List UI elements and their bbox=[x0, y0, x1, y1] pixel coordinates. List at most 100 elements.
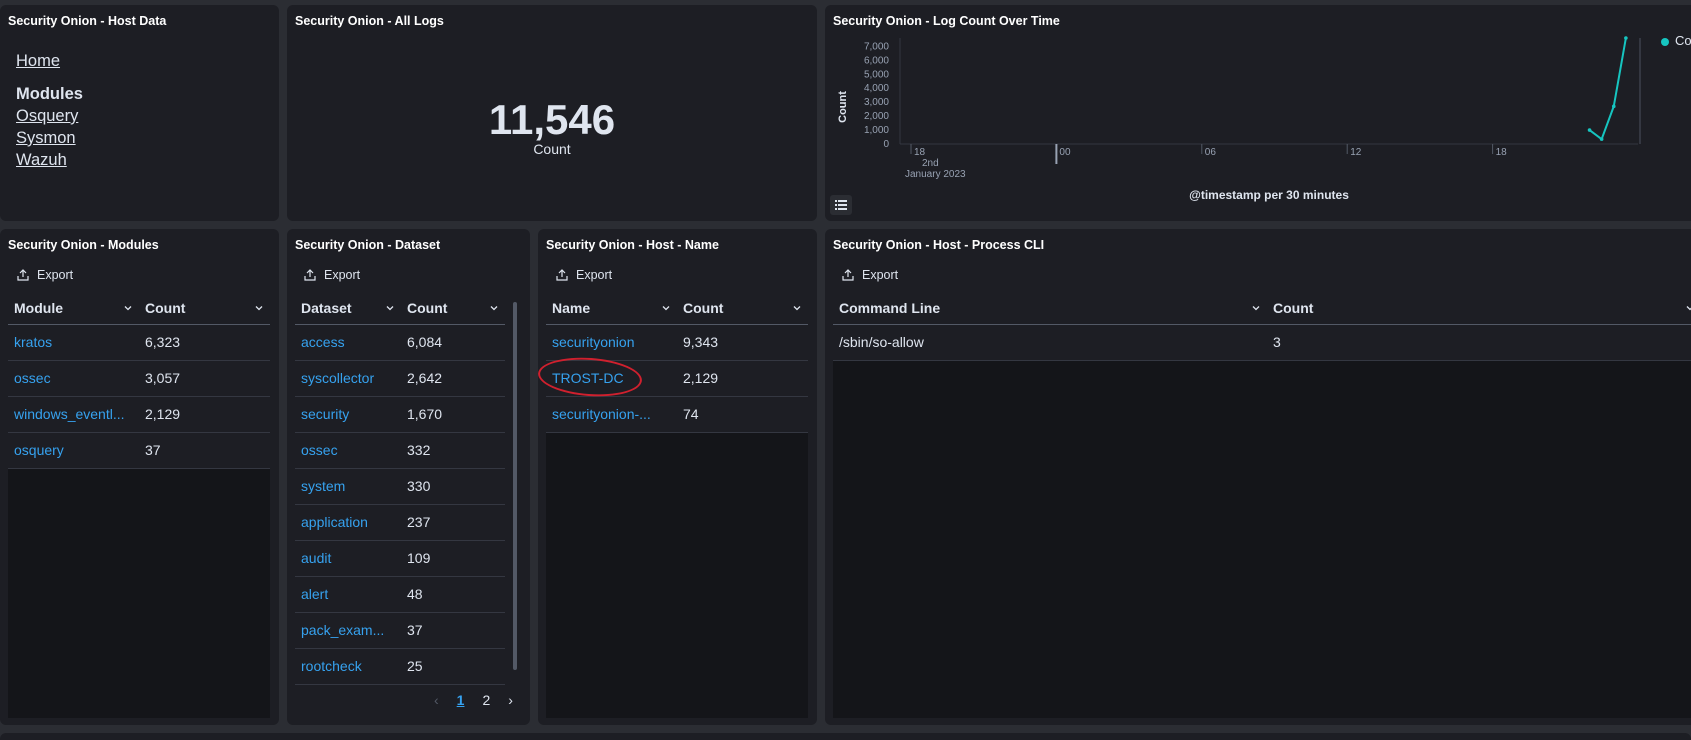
legend-toggle-button[interactable] bbox=[830, 195, 852, 215]
dataset-link[interactable]: alert bbox=[295, 576, 401, 613]
column-header-count[interactable]: Count bbox=[401, 292, 505, 325]
y-axis-label: Count bbox=[837, 91, 849, 123]
table-row: securityonion-... 74 bbox=[546, 396, 808, 433]
count-cell: 332 bbox=[401, 432, 505, 469]
page-2-button[interactable]: 2 bbox=[482, 692, 490, 708]
module-link[interactable]: ossec bbox=[8, 360, 139, 397]
y-tick-label: 1,000 bbox=[864, 125, 889, 136]
dataset-link[interactable]: ossec bbox=[295, 432, 401, 469]
count-cell: 237 bbox=[401, 504, 505, 541]
legend-label[interactable]: Co bbox=[1675, 33, 1691, 48]
count-cell: 330 bbox=[401, 468, 505, 505]
x-axis-title: @timestamp per 30 minutes bbox=[1189, 188, 1349, 202]
host-data-panel: Security Onion - Host Data Home Modules … bbox=[0, 5, 279, 221]
count-cell: 1,670 bbox=[401, 396, 505, 433]
table-row: ossec 332 bbox=[295, 432, 505, 469]
prev-page-icon[interactable]: ‹ bbox=[434, 692, 439, 708]
count-cell: 37 bbox=[401, 612, 505, 649]
x-tick-label: 18 bbox=[914, 147, 926, 158]
dataset-link[interactable]: security bbox=[295, 396, 401, 433]
sysmon-link[interactable]: Sysmon bbox=[16, 129, 83, 148]
host-link[interactable]: securityonion bbox=[546, 324, 677, 361]
export-button[interactable]: Export bbox=[17, 268, 73, 282]
count-cell: 6,084 bbox=[401, 324, 505, 361]
export-icon bbox=[556, 269, 568, 281]
chevron-down-icon bbox=[124, 306, 132, 311]
data-point[interactable] bbox=[1611, 104, 1616, 109]
count-cell: 48 bbox=[401, 576, 505, 613]
export-label: Export bbox=[862, 268, 899, 282]
series-line bbox=[1588, 37, 1627, 141]
panel-title: Security Onion - Host - Name bbox=[546, 238, 719, 252]
module-link[interactable]: windows_eventl... bbox=[8, 396, 139, 433]
export-button[interactable]: Export bbox=[556, 268, 612, 282]
module-link[interactable]: kratos bbox=[8, 324, 139, 361]
export-icon bbox=[17, 269, 29, 281]
table-row: application 237 bbox=[295, 504, 505, 541]
dataset-link[interactable]: pack_exam... bbox=[295, 612, 401, 649]
page-1-button[interactable]: 1 bbox=[457, 692, 465, 708]
data-point[interactable] bbox=[1624, 36, 1628, 40]
x-sub-label-month: January 2023 bbox=[905, 169, 966, 180]
column-header-count[interactable]: Count bbox=[677, 292, 808, 325]
modules-heading: Modules bbox=[16, 85, 83, 103]
y-tick-label: 0 bbox=[883, 139, 889, 150]
table-row: access 6,084 bbox=[295, 324, 505, 361]
table-row: system 330 bbox=[295, 468, 505, 505]
count-cell: 6,323 bbox=[139, 324, 270, 361]
home-link[interactable]: Home bbox=[16, 52, 83, 71]
module-link[interactable]: osquery bbox=[8, 432, 139, 469]
osquery-link[interactable]: Osquery bbox=[16, 107, 83, 126]
bottom-panel-edge bbox=[0, 733, 1691, 740]
metric-label: Count bbox=[533, 141, 571, 157]
column-header-name[interactable]: Name bbox=[546, 292, 677, 325]
host-link[interactable]: securityonion-... bbox=[546, 396, 677, 433]
x-tick-label: 18 bbox=[1496, 147, 1508, 158]
dataset-link[interactable]: system bbox=[295, 468, 401, 505]
table-row: audit 109 bbox=[295, 540, 505, 577]
export-label: Export bbox=[576, 268, 613, 282]
dataset-link[interactable]: rootcheck bbox=[295, 648, 401, 685]
log-count-panel: Security Onion - Log Count Over Time Cou… bbox=[825, 5, 1691, 221]
chevron-down-icon bbox=[1252, 306, 1260, 311]
count-cell: 109 bbox=[401, 540, 505, 577]
column-header-count[interactable]: Count bbox=[139, 292, 270, 325]
data-point[interactable] bbox=[1599, 137, 1604, 141]
modules-table: Module Count kratos 6,323 ossec 3,057 wind… bbox=[8, 292, 270, 469]
panel-title: Security Onion - Modules bbox=[8, 238, 159, 252]
export-button[interactable]: Export bbox=[842, 268, 898, 282]
dataset-link[interactable]: audit bbox=[295, 540, 401, 577]
wazuh-link[interactable]: Wazuh bbox=[16, 151, 83, 170]
y-tick-label: 5,000 bbox=[864, 69, 889, 80]
list-icon bbox=[835, 200, 847, 210]
column-header-count[interactable]: Count bbox=[1267, 292, 1691, 325]
x-tick-label: 00 bbox=[1059, 147, 1071, 158]
table-row: securityonion 9,343 bbox=[546, 324, 808, 361]
process-cli-table: Command Line Count /sbin/so-allow 3 bbox=[833, 292, 1691, 361]
x-tick-label: 12 bbox=[1350, 147, 1362, 158]
count-cell: 3 bbox=[1267, 324, 1691, 361]
export-button[interactable]: Export bbox=[304, 268, 360, 282]
y-tick-label: 4,000 bbox=[864, 83, 889, 94]
panel-title: Security Onion - Host Data bbox=[8, 14, 167, 28]
table-row: osquery 37 bbox=[8, 432, 270, 469]
dataset-link[interactable]: syscollector bbox=[295, 360, 401, 397]
column-header-dataset[interactable]: Dataset bbox=[295, 292, 401, 325]
table-row: pack_exam... 37 bbox=[295, 612, 505, 649]
column-header-module[interactable]: Module bbox=[8, 292, 139, 325]
chevron-down-icon bbox=[255, 306, 263, 311]
table-row: syscollector 2,642 bbox=[295, 360, 505, 397]
next-page-icon[interactable]: › bbox=[508, 692, 513, 708]
data-point[interactable] bbox=[1587, 128, 1592, 132]
x-tick-label: 06 bbox=[1205, 147, 1217, 158]
table-row: kratos 6,323 bbox=[8, 324, 270, 361]
dataset-link[interactable]: access bbox=[295, 324, 401, 361]
legend-dot bbox=[1661, 38, 1669, 46]
dataset-link[interactable]: application bbox=[295, 504, 401, 541]
column-header-command-line[interactable]: Command Line bbox=[833, 292, 1267, 325]
chevron-down-icon bbox=[386, 306, 394, 311]
count-cell: 9,343 bbox=[677, 324, 808, 361]
dataset-scrollbar[interactable] bbox=[513, 302, 517, 670]
chevron-down-icon bbox=[1686, 306, 1691, 311]
dataset-table: Dataset Count access 6,084 syscollector 2,… bbox=[295, 292, 505, 685]
